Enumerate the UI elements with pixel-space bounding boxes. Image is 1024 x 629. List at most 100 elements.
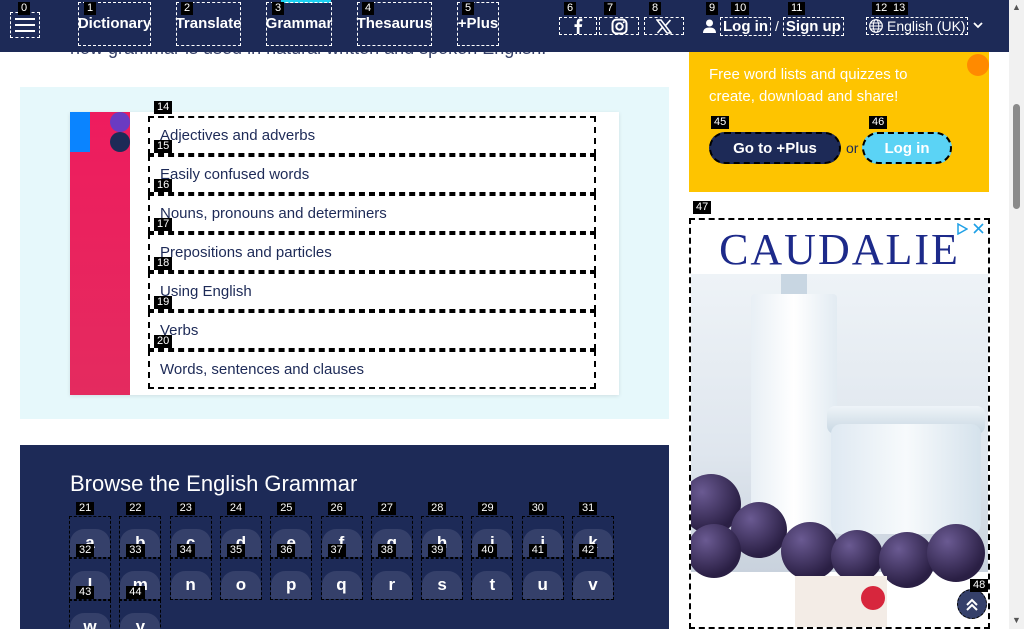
tag-letter: 33 — [126, 544, 145, 557]
topic-link[interactable]: Adjectives and adverbs — [148, 116, 596, 155]
tag-letter: 35 — [226, 544, 246, 557]
topic-link[interactable]: Using English — [148, 272, 596, 311]
tag-1: 1 — [84, 2, 97, 15]
tag-13: 13 — [890, 2, 909, 15]
tag-letter: 32 — [76, 544, 95, 557]
tag-letter: 30 — [528, 502, 547, 515]
arrow-up-icon[interactable] — [957, 589, 987, 619]
letter-t-button[interactable]: t — [471, 558, 514, 600]
tag-47: 47 — [693, 201, 712, 214]
decoration-dot — [110, 112, 130, 132]
tag-letter: 31 — [579, 502, 598, 515]
tag-9: 9 — [706, 2, 719, 15]
facebook-icon[interactable] — [559, 17, 597, 35]
tag-letter: 24 — [226, 502, 246, 515]
letter-v-button[interactable]: v — [572, 558, 614, 600]
letter-label: v — [573, 571, 613, 599]
tag-11: 11 — [788, 2, 806, 15]
page-scrollbar[interactable]: ▲ ▼ — [1009, 0, 1024, 629]
promo-login-button[interactable]: Log in — [862, 132, 952, 164]
letter-label: o — [220, 571, 261, 599]
menu-icon[interactable] — [10, 12, 40, 38]
signup-link[interactable]: Sign up — [782, 16, 844, 36]
letter-label: y — [120, 613, 161, 629]
letter-label: t — [472, 571, 513, 599]
tag-letter: 40 — [478, 544, 497, 557]
scroll-up-arrow[interactable]: ▲ — [1012, 2, 1021, 12]
browse-title: Browse the English Grammar — [70, 471, 358, 496]
letter-s-button[interactable]: s — [421, 558, 464, 600]
globe-icon — [869, 19, 883, 33]
promo-text: Free word lists and quizzes to create, d… — [709, 66, 908, 105]
chevron-down-icon[interactable] — [973, 20, 983, 30]
language-label: English (UK) — [887, 18, 966, 34]
user-icon — [703, 19, 716, 33]
tag-letter: 42 — [579, 544, 598, 557]
tag-letter: 38 — [377, 544, 397, 557]
letter-label: s — [422, 571, 463, 599]
letter-u-button[interactable]: u — [521, 558, 564, 600]
letter-o-button[interactable]: o — [219, 558, 262, 600]
tag-letter: 28 — [428, 502, 447, 515]
letter-w-button[interactable]: w — [69, 600, 111, 629]
nav-translate-label: Translate — [175, 15, 242, 32]
topic-link[interactable]: Nouns, pronouns and determiners — [148, 194, 596, 233]
letter-label: u — [522, 571, 563, 599]
go-to-plus-button[interactable]: Go to +Plus — [709, 132, 841, 164]
letter-y-button[interactable]: y — [119, 600, 162, 629]
tag-46: 46 — [869, 116, 888, 129]
tag-letter: 44 — [126, 586, 145, 599]
letter-label: w — [70, 613, 110, 629]
tag-letter: 23 — [176, 502, 195, 515]
letter-q-button[interactable]: q — [320, 558, 363, 600]
tag-letter: 36 — [277, 544, 296, 557]
ad-badge — [861, 586, 885, 610]
topic-link[interactable]: Prepositions and particles — [148, 233, 596, 272]
letter-label: p — [271, 571, 312, 599]
tag-topic: 18 — [154, 257, 173, 270]
tag-letter: 25 — [277, 502, 296, 515]
nav-dictionary-label: Dictionary — [77, 15, 152, 32]
scroll-down-arrow[interactable]: ▼ — [1012, 615, 1021, 625]
tag-0: 0 — [18, 2, 31, 15]
ad-product-photo — [691, 274, 988, 588]
tag-letter: 39 — [428, 544, 447, 557]
topic-link[interactable]: Easily confused words — [148, 155, 596, 194]
tag-letter: 21 — [76, 502, 95, 515]
login-separator: / — [775, 18, 779, 34]
tag-topic: 20 — [154, 335, 173, 348]
tag-letter: 29 — [478, 502, 497, 515]
x-icon[interactable] — [644, 17, 684, 35]
decoration-block — [70, 112, 90, 152]
letter-r-button[interactable]: r — [370, 558, 413, 600]
tag-letter: 26 — [327, 502, 346, 515]
tag-letter: 34 — [176, 544, 195, 557]
tag-4: 4 — [362, 2, 375, 15]
advertisement[interactable]: CAUDALIE — [689, 218, 990, 629]
tag-5: 5 — [462, 2, 475, 15]
nav-plus-label: +Plus — [457, 15, 499, 32]
instagram-icon[interactable] — [599, 17, 639, 35]
topic-link[interactable]: Words, sentences and clauses — [148, 350, 596, 389]
promo-decoration-dot — [967, 54, 989, 76]
letter-label: n — [170, 571, 211, 599]
tag-10: 10 — [731, 2, 750, 15]
letter-n-button[interactable]: n — [169, 558, 212, 600]
topics-card-decoration — [70, 112, 130, 395]
nav-thesaurus-label: Thesaurus — [356, 15, 433, 32]
letter-p-button[interactable]: p — [270, 558, 313, 600]
tag-6: 6 — [564, 2, 577, 15]
login-link[interactable]: Log in — [720, 16, 771, 36]
tag-2: 2 — [181, 2, 194, 15]
tag-3: 3 — [272, 2, 285, 15]
tag-8: 8 — [649, 2, 662, 15]
scrollbar-thumb[interactable] — [1013, 104, 1020, 209]
promo-or: or — [846, 140, 859, 156]
language-selector[interactable]: English (UK) — [866, 17, 968, 35]
decoration-dot — [110, 132, 130, 152]
tag-topic: 15 — [154, 140, 173, 153]
topic-link[interactable]: Verbs — [148, 311, 596, 350]
ad-brand: CAUDALIE — [719, 225, 960, 274]
plus-promo: Free word lists and quizzes to create, d… — [689, 52, 989, 192]
nav-grammar-label: Grammar — [265, 15, 333, 32]
